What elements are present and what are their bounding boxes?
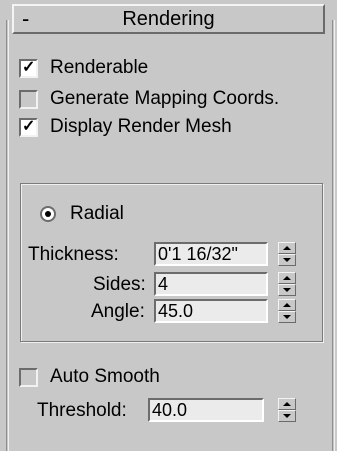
threshold-field[interactable]: 40.0 — [148, 398, 264, 422]
sides-spinner[interactable] — [278, 272, 296, 296]
rollout-left-border — [6, 20, 8, 451]
checkmark-icon: ✓ — [22, 117, 36, 135]
rollout-right-border — [332, 20, 334, 451]
renderable-checkbox-row[interactable]: ✓ Renderable — [19, 57, 148, 79]
arrow-down-icon — [283, 414, 291, 418]
arrow-down-icon — [283, 288, 291, 292]
rollout-title: Rendering — [122, 8, 215, 30]
sides-spin-up[interactable] — [278, 272, 296, 284]
thickness-label: Thickness: — [28, 244, 119, 265]
arrow-up-icon — [283, 276, 291, 280]
auto-smooth-label: Auto Smooth — [50, 366, 160, 387]
thickness-field[interactable]: 0'1 16/32" — [154, 242, 268, 266]
angle-label: Angle: — [91, 301, 145, 322]
auto-smooth-checkbox[interactable] — [19, 367, 38, 387]
arrow-down-icon — [283, 258, 291, 262]
checkmark-icon: ✓ — [22, 58, 36, 76]
renderable-label: Renderable — [50, 57, 149, 78]
angle-spin-up[interactable] — [278, 299, 296, 311]
thickness-spinner[interactable] — [278, 242, 296, 266]
radial-label: Radial — [70, 203, 124, 224]
display-render-mesh-checkbox[interactable]: ✓ — [19, 117, 38, 137]
threshold-spinner[interactable] — [278, 398, 296, 422]
generate-mapping-label: Generate Mapping Coords. — [50, 88, 280, 109]
threshold-spin-down[interactable] — [278, 410, 296, 422]
sides-spin-down[interactable] — [278, 284, 296, 296]
angle-spinner[interactable] — [278, 299, 296, 323]
arrow-up-icon — [283, 303, 291, 307]
angle-field[interactable]: 45.0 — [154, 299, 268, 323]
radial-radio[interactable] — [40, 206, 56, 222]
arrow-down-icon — [283, 315, 291, 319]
rendering-panel: - Rendering ✓ Renderable Generate Mappin… — [0, 0, 337, 451]
auto-smooth-checkbox-row[interactable]: Auto Smooth — [19, 366, 160, 388]
angle-spin-down[interactable] — [278, 311, 296, 323]
thickness-spin-up[interactable] — [278, 242, 296, 254]
threshold-label: Threshold: — [37, 400, 127, 421]
rollout-header-rendering[interactable]: - Rendering — [12, 4, 325, 34]
display-render-mesh-label: Display Render Mesh — [50, 116, 232, 137]
display-render-mesh-checkbox-row[interactable]: ✓ Display Render Mesh — [19, 116, 232, 138]
thickness-spin-down[interactable] — [278, 254, 296, 266]
radio-selected-dot — [45, 211, 51, 217]
arrow-up-icon — [283, 402, 291, 406]
generate-mapping-checkbox[interactable] — [19, 89, 38, 109]
radial-radio-row[interactable]: Radial — [40, 203, 124, 225]
sides-label: Sides: — [93, 274, 146, 295]
arrow-up-icon — [283, 246, 291, 250]
generate-mapping-checkbox-row[interactable]: Generate Mapping Coords. — [19, 88, 279, 110]
sides-field[interactable]: 4 — [154, 272, 268, 296]
threshold-spin-up[interactable] — [278, 398, 296, 410]
renderable-checkbox[interactable]: ✓ — [19, 58, 38, 78]
